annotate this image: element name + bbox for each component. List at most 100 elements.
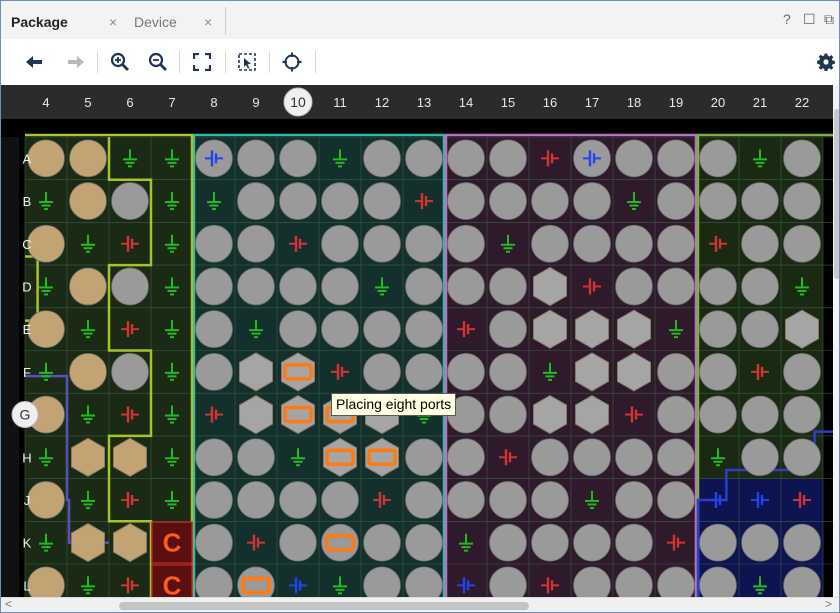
pin-site[interactable]	[489, 267, 527, 306]
pin-site[interactable]	[237, 267, 275, 306]
pin-site[interactable]	[783, 224, 821, 263]
pin-site[interactable]	[69, 267, 107, 306]
pin-site[interactable]	[573, 438, 611, 477]
pin-site[interactable]	[363, 310, 401, 349]
pin-site[interactable]	[699, 523, 737, 562]
pin-site[interactable]	[195, 224, 233, 263]
pin-site[interactable]	[321, 481, 359, 519]
pin-site[interactable]	[657, 139, 695, 178]
pin-site[interactable]	[69, 182, 107, 220]
pin-site[interactable]	[615, 224, 653, 263]
tab-package[interactable]: Package	[11, 9, 68, 35]
pin-site[interactable]	[321, 310, 359, 349]
pin-site[interactable]	[405, 481, 443, 519]
pin-site[interactable]	[405, 224, 443, 263]
pin-site[interactable]	[447, 224, 485, 263]
zoom-fit-button[interactable]	[189, 49, 215, 75]
pin-site[interactable]	[699, 267, 737, 306]
pin-site[interactable]	[741, 395, 779, 434]
scroll-left-arrow-icon[interactable]: <	[5, 597, 12, 611]
pin-site[interactable]	[405, 267, 443, 306]
pin-site[interactable]	[531, 481, 569, 519]
pin-site[interactable]	[699, 395, 737, 434]
pin-site[interactable]	[531, 438, 569, 477]
pin-site[interactable]	[195, 481, 233, 519]
pin-site[interactable]	[195, 139, 233, 178]
pin-site[interactable]	[237, 438, 275, 477]
pin-site[interactable]	[279, 310, 317, 349]
pin-site[interactable]	[573, 224, 611, 263]
pin-site[interactable]	[489, 352, 527, 391]
pin-site[interactable]	[573, 523, 611, 562]
pin-site[interactable]	[699, 182, 737, 220]
pin-site[interactable]	[321, 224, 359, 263]
horizontal-scrollbar[interactable]: < >	[1, 597, 839, 612]
pin-site[interactable]	[195, 267, 233, 306]
pin-site[interactable]	[741, 438, 779, 477]
pin-site[interactable]	[741, 224, 779, 263]
pin-site[interactable]	[27, 310, 65, 349]
pin-site[interactable]	[447, 267, 485, 306]
vertical-scroll-thumb[interactable]	[834, 109, 839, 279]
pin-site[interactable]	[489, 523, 527, 562]
pin-site[interactable]	[363, 352, 401, 391]
pin-site[interactable]	[783, 139, 821, 178]
pin-site[interactable]	[657, 182, 695, 220]
pin-site[interactable]	[237, 481, 275, 519]
zoom-in-button[interactable]	[107, 49, 133, 75]
float-window-icon[interactable]: ⧉	[824, 11, 834, 28]
pin-site[interactable]	[741, 523, 779, 562]
pin-site[interactable]	[279, 481, 317, 519]
pin-site[interactable]	[657, 481, 695, 519]
pin-site[interactable]	[615, 438, 653, 477]
horizontal-scroll-thumb[interactable]	[119, 602, 529, 610]
pin-site[interactable]	[741, 310, 779, 349]
pin-site[interactable]	[195, 310, 233, 349]
back-button[interactable]	[21, 49, 47, 75]
zoom-area-button[interactable]	[234, 49, 260, 75]
pin-site[interactable]	[363, 523, 401, 562]
pin-site[interactable]	[447, 139, 485, 178]
pin-site[interactable]	[699, 352, 737, 391]
pin-site[interactable]	[783, 395, 821, 434]
zoom-out-button[interactable]	[145, 49, 171, 75]
pin-site[interactable]	[321, 267, 359, 306]
pin-site[interactable]	[489, 481, 527, 519]
pin-site[interactable]	[615, 267, 653, 306]
pin-site[interactable]	[321, 182, 359, 220]
pin-site[interactable]	[111, 182, 149, 220]
pin-site[interactable]	[405, 352, 443, 391]
pin-site[interactable]	[489, 310, 527, 349]
pin-site[interactable]	[573, 182, 611, 220]
package-pin-grid[interactable]: CCABCDEFGHJKL4 5 6 7 8 9 10 11 12 13 14 15 16 17 18 19 2…	[1, 85, 840, 604]
pin-site[interactable]	[111, 267, 149, 306]
pin-site[interactable]	[363, 182, 401, 220]
pin-site[interactable]	[405, 523, 443, 562]
maximize-icon[interactable]: ☐	[803, 11, 816, 28]
pin-site[interactable]	[489, 139, 527, 178]
pin-site[interactable]	[69, 352, 107, 391]
pin-site[interactable]	[657, 267, 695, 306]
vertical-scrollbar[interactable]	[833, 85, 839, 597]
pin-site[interactable]	[615, 481, 653, 519]
pin-site[interactable]	[783, 438, 821, 477]
pin-site[interactable]	[279, 523, 317, 562]
pin-site[interactable]	[405, 310, 443, 349]
pin-site[interactable]	[573, 139, 611, 178]
pin-site[interactable]	[27, 224, 65, 263]
pin-site[interactable]	[783, 523, 821, 562]
pin-site[interactable]	[657, 352, 695, 391]
pin-site[interactable]	[657, 395, 695, 434]
pin-site[interactable]	[615, 523, 653, 562]
scroll-right-arrow-icon[interactable]: >	[825, 597, 832, 611]
pin-site[interactable]	[237, 182, 275, 220]
package-canvas[interactable]: C C A B C D E F G H J K L 4 5 6 7 8 9 10 11 12 13 14 15 16 17 18 19 2…	[1, 85, 840, 604]
tab-device-close-icon[interactable]: ×	[204, 9, 212, 35]
pin-site[interactable]	[531, 182, 569, 220]
pin-site[interactable]	[531, 523, 569, 562]
pin-site[interactable]	[699, 310, 737, 349]
pin-site[interactable]	[615, 139, 653, 178]
pin-site[interactable]	[237, 139, 275, 178]
pin-site[interactable]	[279, 267, 317, 306]
pin-site[interactable]	[489, 182, 527, 220]
